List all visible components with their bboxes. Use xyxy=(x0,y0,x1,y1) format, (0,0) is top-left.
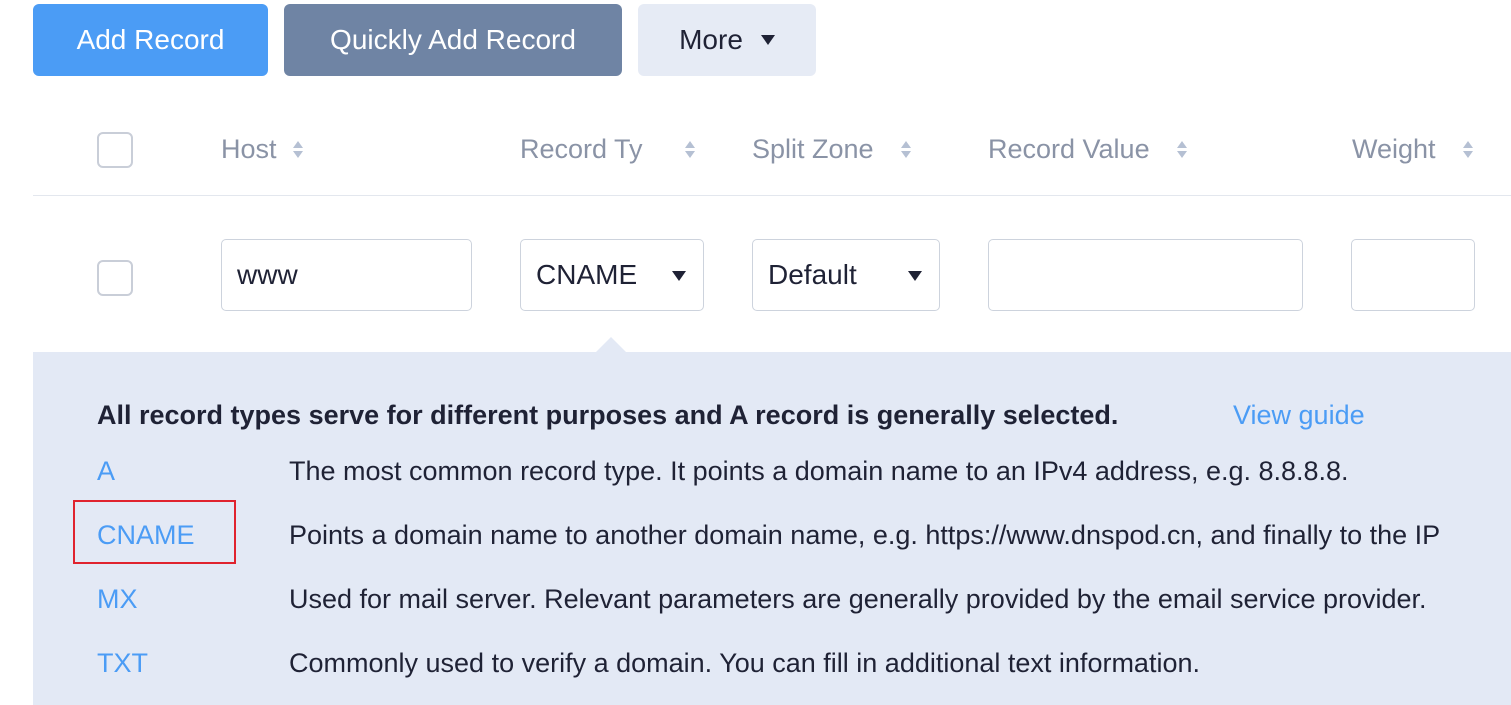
split-zone-select-value: Default xyxy=(768,259,857,290)
record-type-select-value: CNAME xyxy=(536,259,638,290)
record-type-txt-link[interactable]: TXT xyxy=(97,648,148,679)
cname-highlight-box xyxy=(73,500,236,564)
record-type-row-mx: MX Used for mail server. Relevant parame… xyxy=(97,584,1511,624)
record-type-row-txt: TXT Commonly used to verify a domain. Yo… xyxy=(97,648,1511,688)
popover-pointer xyxy=(595,337,627,353)
sort-icon[interactable] xyxy=(1176,141,1187,158)
column-header-weight-label: Weight xyxy=(1352,134,1436,164)
caret-down-icon xyxy=(672,271,686,281)
sort-icon[interactable] xyxy=(684,141,695,158)
record-type-select[interactable]: CNAME xyxy=(520,239,704,311)
column-header-split-zone[interactable]: Split Zone xyxy=(752,134,911,165)
more-label: More xyxy=(679,24,743,55)
record-type-row-a: A The most common record type. It points… xyxy=(97,456,1511,496)
caret-down-icon xyxy=(908,271,922,281)
column-header-host[interactable]: Host xyxy=(221,134,303,165)
quickly-add-record-button[interactable]: Quickly Add Record xyxy=(284,4,622,76)
column-header-record-type-label: Record Ty xyxy=(520,134,643,164)
table-header: Host Record Ty Split Zone Record Value W… xyxy=(33,104,1511,196)
select-all-checkbox[interactable] xyxy=(97,132,133,168)
add-record-label: Add Record xyxy=(76,24,225,55)
sort-icon[interactable] xyxy=(292,141,303,158)
column-header-host-label: Host xyxy=(221,134,277,164)
record-type-a-link[interactable]: A xyxy=(97,456,115,487)
row-checkbox[interactable] xyxy=(97,260,133,296)
column-header-record-type[interactable]: Record Ty xyxy=(520,134,695,165)
quickly-add-record-label: Quickly Add Record xyxy=(330,24,576,55)
record-type-mx-link[interactable]: MX xyxy=(97,584,138,615)
view-guide-link[interactable]: View guide xyxy=(1233,400,1365,431)
host-input-value: www xyxy=(237,259,298,290)
weight-input[interactable] xyxy=(1351,239,1475,311)
sort-icon[interactable] xyxy=(1462,141,1473,158)
record-type-txt-description: Commonly used to verify a domain. You ca… xyxy=(289,648,1200,678)
record-type-cname-description: Points a domain name to another domain n… xyxy=(289,520,1441,550)
add-record-button[interactable]: Add Record xyxy=(33,4,268,76)
record-type-mx-description: Used for mail server. Relevant parameter… xyxy=(289,584,1427,614)
help-heading: All record types serve for different pur… xyxy=(97,400,1119,430)
column-header-record-value-label: Record Value xyxy=(988,134,1150,164)
column-header-split-zone-label: Split Zone xyxy=(752,134,874,164)
caret-down-icon xyxy=(760,35,775,45)
record-type-row-cname: CNAME Points a domain name to another do… xyxy=(97,520,1511,560)
sort-icon[interactable] xyxy=(900,141,911,158)
more-dropdown-button[interactable]: More xyxy=(638,4,816,76)
host-input[interactable]: www xyxy=(221,239,472,311)
record-type-a-description: The most common record type. It points a… xyxy=(289,456,1349,486)
record-value-input[interactable] xyxy=(988,239,1303,311)
column-header-weight[interactable]: Weight xyxy=(1352,134,1473,165)
column-header-record-value[interactable]: Record Value xyxy=(988,134,1187,165)
split-zone-select[interactable]: Default xyxy=(752,239,940,311)
